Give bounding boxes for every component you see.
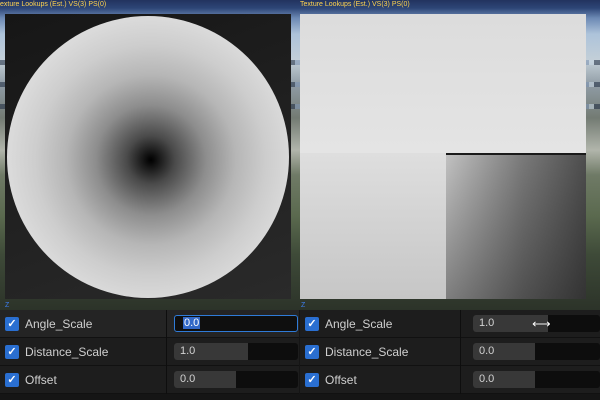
- radial-gradient-disk: [7, 16, 289, 298]
- details-panel: ✓ Angle_Scale 0.0 ✓ Distance_Scale 1.0 ✓…: [0, 310, 600, 400]
- checkmark-icon[interactable]: ✓: [305, 345, 319, 359]
- angle-gradient-bottom-left: [300, 153, 446, 299]
- property-label: Distance_Scale: [325, 345, 409, 359]
- value-text: 1.0: [180, 345, 196, 357]
- property-row-offset: ✓ Offset 0.0: [0, 366, 299, 394]
- property-row-distance-scale: ✓ Distance_Scale 1.0: [0, 338, 299, 366]
- value-text: 0.0: [479, 373, 495, 385]
- resize-horizontal-cursor-icon: ⟷: [532, 316, 551, 331]
- column-divider: [460, 338, 461, 366]
- checkmark-icon[interactable]: ✓: [305, 373, 319, 387]
- property-label: Distance_Scale: [25, 345, 109, 359]
- value-text: 0.0: [180, 373, 196, 385]
- property-label: Angle_Scale: [325, 317, 393, 331]
- property-label: Angle_Scale: [25, 317, 93, 331]
- column-divider: [460, 366, 461, 394]
- offset-input[interactable]: 0.0: [174, 371, 298, 388]
- property-label: Offset: [25, 373, 57, 387]
- axis-indicator: Z: [5, 302, 10, 309]
- right-preview-header: Texture Lookups (Est.) VS(3) PS(0): [300, 1, 410, 8]
- column-divider: [460, 310, 461, 338]
- property-row-offset: ✓ Offset 0.0: [300, 366, 600, 394]
- angle-seam: [446, 153, 586, 155]
- value-text: 0.0: [479, 345, 495, 357]
- property-row-angle-scale: ✓ Angle_Scale 0.0: [0, 310, 299, 338]
- column-divider: [166, 366, 167, 394]
- material-preview-viewport[interactable]: exture Lookups (Est.) VS(3) PS(0) Textur…: [0, 0, 600, 310]
- offset-input[interactable]: 0.0: [473, 371, 600, 388]
- checkmark-icon[interactable]: ✓: [305, 317, 319, 331]
- left-preview-texture: [5, 14, 291, 299]
- checkmark-icon[interactable]: ✓: [5, 345, 19, 359]
- angle-scale-input[interactable]: 0.0: [174, 315, 298, 332]
- selected-value[interactable]: 0.0: [183, 317, 201, 329]
- distance-scale-input[interactable]: 1.0: [174, 343, 298, 360]
- checkmark-icon[interactable]: ✓: [5, 317, 19, 331]
- column-divider: [166, 338, 167, 366]
- property-row-distance-scale: ✓ Distance_Scale 0.0: [300, 338, 600, 366]
- value-text: 1.0: [479, 317, 495, 329]
- angle-gradient-top: [300, 14, 586, 153]
- checkmark-icon[interactable]: ✓: [5, 373, 19, 387]
- property-label: Offset: [325, 373, 357, 387]
- distance-scale-input[interactable]: 0.0: [473, 343, 600, 360]
- property-row-angle-scale: ✓ Angle_Scale 1.0 ⟷: [300, 310, 600, 338]
- left-preview-header: exture Lookups (Est.) VS(3) PS(0): [0, 1, 107, 8]
- right-preview-texture: [300, 14, 586, 299]
- angle-gradient-bottom-right: [446, 153, 586, 299]
- axis-indicator: Z: [301, 302, 306, 309]
- column-divider: [166, 310, 167, 338]
